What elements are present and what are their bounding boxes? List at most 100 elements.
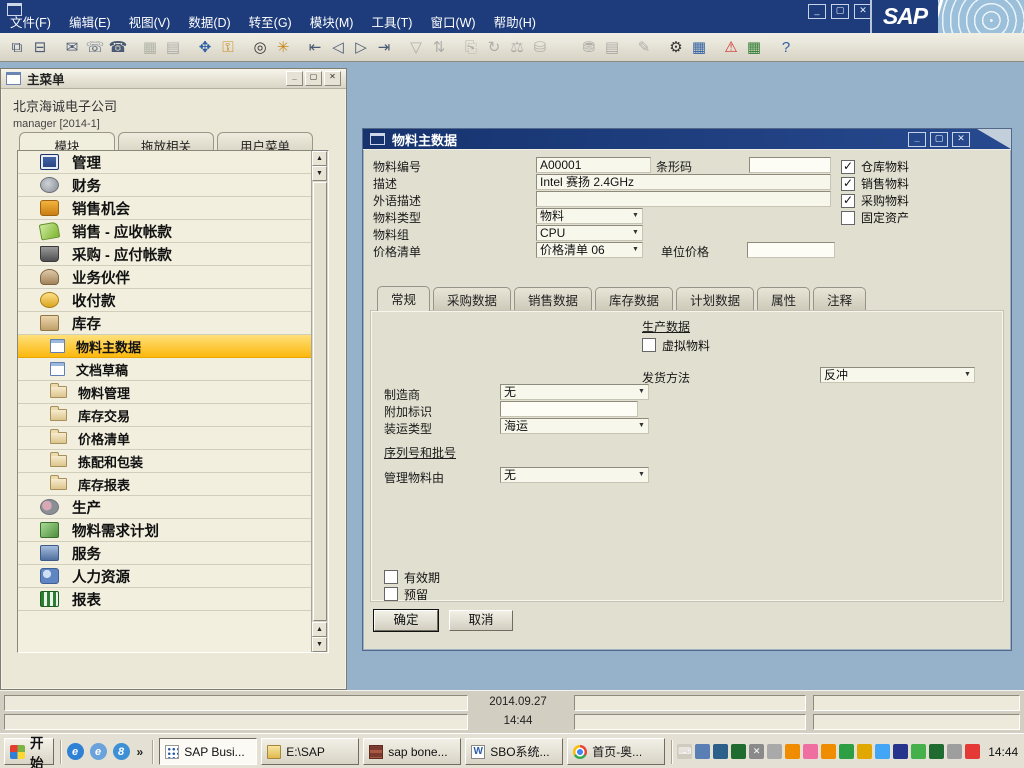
foreign-desc-input[interactable] — [536, 191, 831, 207]
menu-item[interactable]: 物料需求计划 — [18, 519, 312, 542]
scrollbar[interactable]: ▲ ▼ ▲ ▼ — [311, 151, 328, 652]
toolbar-icon[interactable]: ⚙ — [665, 36, 687, 58]
tray-icon[interactable] — [821, 744, 836, 759]
tray-icon[interactable]: ⌨ — [677, 744, 692, 759]
menu-item[interactable]: 库存 — [18, 312, 312, 335]
quick-launch-icon[interactable]: e — [67, 743, 84, 760]
scroll-down-icon[interactable]: ▼ — [312, 166, 327, 181]
toolbar-icon[interactable]: ⎘ — [460, 36, 482, 58]
dialog-tab[interactable]: 注释 — [813, 287, 866, 311]
toolbar-icon[interactable]: ▷ — [350, 36, 372, 58]
menu-item[interactable]: 物料主数据 — [18, 335, 312, 358]
scroll-up-icon[interactable]: ▲ — [312, 622, 327, 637]
dialog-tab[interactable]: 常规 — [377, 286, 430, 311]
task-button[interactable]: E:\SAP — [261, 738, 359, 765]
scroll-down-icon[interactable]: ▼ — [312, 637, 327, 652]
task-button[interactable]: 首页-奥... — [567, 738, 665, 765]
valid-checkbox[interactable]: 有效期 — [384, 570, 440, 584]
toolbar-icon[interactable]: ▦ — [139, 36, 161, 58]
toolbar-icon[interactable]: ⊟ — [29, 36, 51, 58]
menu-item[interactable]: 财务 — [18, 174, 312, 197]
tray-icon[interactable] — [911, 744, 926, 759]
minimize-icon[interactable]: _ — [908, 132, 926, 147]
menubar-item[interactable]: 工具(T) — [369, 12, 414, 31]
tray-icon[interactable] — [713, 744, 728, 759]
toolbar-icon[interactable]: ⇥ — [373, 36, 395, 58]
menu-item[interactable]: 采购 - 应付帐款 — [18, 243, 312, 266]
dialog-tab[interactable]: 销售数据 — [514, 287, 592, 311]
menu-item[interactable]: 文档草稿 — [18, 358, 312, 381]
tray-icon[interactable] — [947, 744, 962, 759]
menu-item[interactable]: 库存报表 — [18, 473, 312, 496]
toolbar-icon[interactable]: ? — [775, 36, 797, 58]
restore-icon[interactable]: ▢ — [831, 4, 849, 19]
dialog-tab[interactable]: 采购数据 — [433, 287, 511, 311]
quick-launch-icon[interactable]: e — [90, 743, 107, 760]
cancel-button[interactable]: 取消 — [449, 610, 513, 631]
frozen-checkbox[interactable]: 预留 — [384, 587, 428, 601]
tray-icon[interactable] — [695, 744, 710, 759]
toolbar-icon[interactable]: ▤ — [601, 36, 623, 58]
menu-item[interactable]: 价格清单 — [18, 427, 312, 450]
checkbox-row[interactable]: 采购物料 — [841, 192, 909, 209]
restore-icon[interactable]: ▢ — [930, 132, 948, 147]
quick-launch-icon[interactable]: 8 — [113, 743, 130, 760]
menu-item[interactable]: 库存交易 — [18, 404, 312, 427]
toolbar-icon[interactable]: ✎ — [633, 36, 655, 58]
menubar-item[interactable]: 文件(F) — [8, 12, 53, 31]
menu-item[interactable]: 收付款 — [18, 289, 312, 312]
description-input[interactable]: Intel 赛扬 2.4GHz — [536, 174, 831, 190]
menu-item[interactable]: 销售 - 应收帐款 — [18, 220, 312, 243]
minimize-icon[interactable]: _ — [286, 71, 303, 86]
tray-icon[interactable] — [731, 744, 746, 759]
checkbox-row[interactable]: 固定资产 — [841, 209, 909, 226]
barcode-input[interactable] — [749, 157, 831, 173]
item-group-select[interactable]: CPU▼ — [536, 225, 643, 241]
menubar-item[interactable]: 编辑(E) — [67, 12, 113, 31]
task-button[interactable]: SAP Busi... — [159, 738, 257, 765]
toolbar-icon[interactable]: ↻ — [483, 36, 505, 58]
tray-icon[interactable] — [839, 744, 854, 759]
toolbar-icon[interactable]: ⧉ — [6, 36, 28, 58]
tray-icon[interactable] — [875, 744, 890, 759]
toolbar-icon[interactable]: ☏ — [84, 36, 106, 58]
dialog-tab[interactable]: 属性 — [757, 287, 810, 311]
scroll-thumb[interactable] — [313, 182, 327, 621]
toolbar-icon[interactable]: ▦ — [688, 36, 710, 58]
tray-icon[interactable] — [767, 744, 782, 759]
dialog-titlebar[interactable]: 物料主数据 _ ▢ ✕ — [363, 129, 1011, 149]
tray-icon[interactable] — [965, 744, 980, 759]
toolbar-icon[interactable]: ⚖ — [506, 36, 528, 58]
unit-price-input[interactable] — [747, 242, 835, 258]
toolbar-icon[interactable]: ▦ — [743, 36, 765, 58]
toolbar-icon[interactable]: ◎ — [249, 36, 271, 58]
toolbar-icon[interactable]: ☎ — [107, 36, 129, 58]
additional-id-input[interactable] — [500, 401, 638, 417]
menubar-item[interactable]: 视图(V) — [127, 12, 173, 31]
scroll-up-icon[interactable]: ▲ — [312, 151, 327, 166]
toolbar-icon[interactable]: ⇅ — [428, 36, 450, 58]
menu-item[interactable]: 拣配和包装 — [18, 450, 312, 473]
toolbar-icon[interactable]: ◁ — [327, 36, 349, 58]
menubar-item[interactable]: 窗口(W) — [428, 12, 477, 31]
tray-icon[interactable] — [893, 744, 908, 759]
minimize-icon[interactable]: _ — [808, 4, 826, 19]
toolbar-icon[interactable]: ⛃ — [578, 36, 600, 58]
toolbar-icon[interactable]: ✳ — [272, 36, 294, 58]
toolbar-icon[interactable]: ⚿ — [217, 36, 239, 58]
toolbar-icon[interactable]: ⇤ — [304, 36, 326, 58]
start-button[interactable]: 开始 — [4, 738, 54, 765]
toolbar-icon[interactable]: ⚠ — [720, 36, 742, 58]
shipping-type-select[interactable]: 海运▼ — [500, 418, 649, 434]
issue-method-select[interactable]: 反冲▼ — [820, 367, 975, 383]
menu-item[interactable]: 管理 — [18, 151, 312, 174]
checkbox-row[interactable]: 销售物料 — [841, 175, 909, 192]
menu-item[interactable]: 生产 — [18, 496, 312, 519]
maximize-icon[interactable]: ▢ — [305, 71, 322, 86]
ok-button[interactable]: 确定 — [374, 610, 438, 631]
menu-item[interactable]: 人力资源 — [18, 565, 312, 588]
managed-by-select[interactable]: 无▼ — [500, 467, 649, 483]
tray-icon[interactable] — [857, 744, 872, 759]
menu-item[interactable]: 报表 — [18, 588, 312, 611]
dialog-tab[interactable]: 计划数据 — [676, 287, 754, 311]
